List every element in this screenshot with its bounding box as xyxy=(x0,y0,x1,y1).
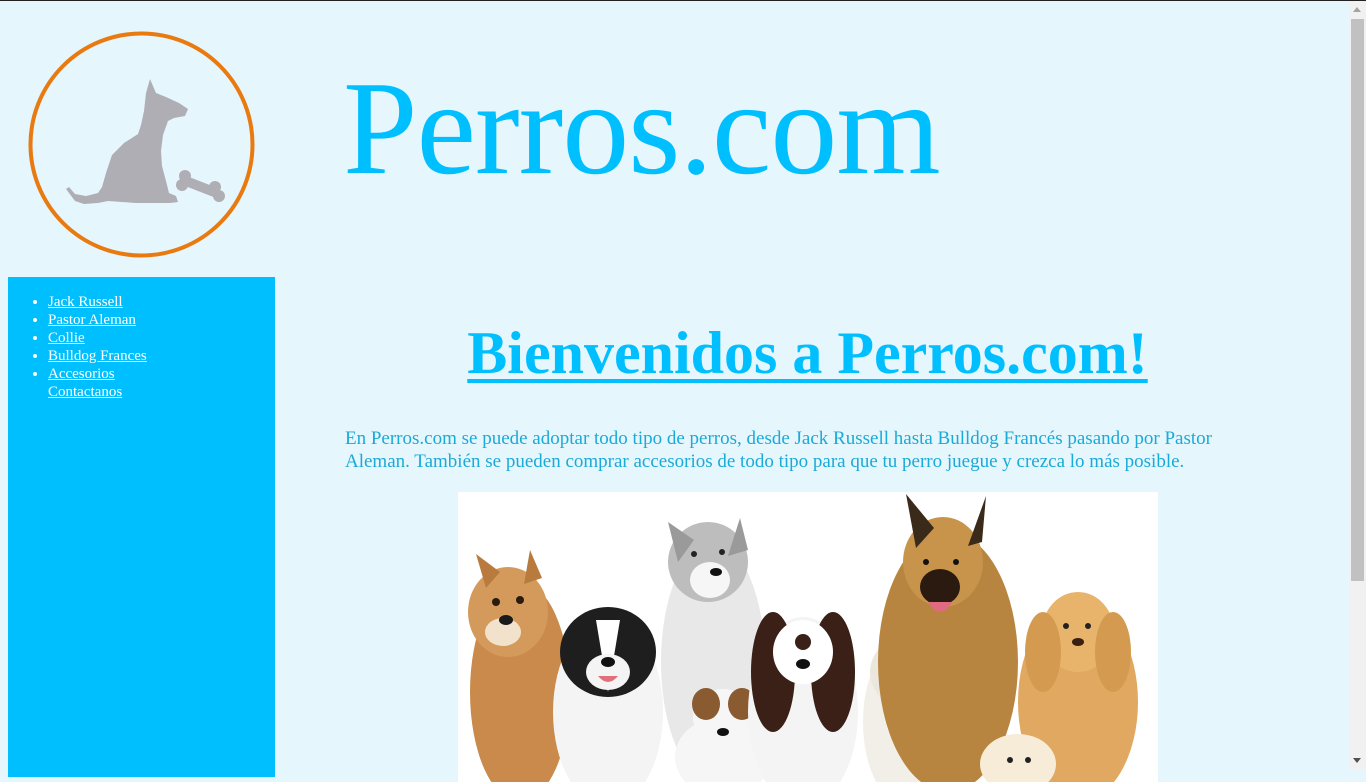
scroll-thumb[interactable] xyxy=(1351,19,1364,581)
nav-link-contactanos[interactable]: Contactanos xyxy=(48,384,122,400)
sidebar-nav: Jack Russell Pastor Aleman Collie Bulldo… xyxy=(8,277,275,777)
dogs-group-photo xyxy=(458,492,1158,782)
nav-item-contactanos: Contactanos xyxy=(48,383,275,401)
site-logo xyxy=(28,31,255,258)
site-title: Perros.com xyxy=(343,54,941,202)
nav-link-bulldog-frances[interactable]: Bulldog Frances xyxy=(48,348,147,364)
dogs-group-illustration xyxy=(458,492,1158,782)
nav-item-pastor-aleman: Pastor Aleman xyxy=(48,311,275,329)
page-scrollbar[interactable] xyxy=(1349,1,1366,769)
welcome-heading: Bienvenidos a Perros.com! xyxy=(467,320,1148,386)
intro-paragraph: En Perros.com se puede adoptar todo tipo… xyxy=(345,428,1212,472)
scroll-down-arrow-icon[interactable] xyxy=(1353,758,1361,763)
nav-link-jack-russell[interactable]: Jack Russell xyxy=(48,294,123,310)
dog-with-bone-icon xyxy=(28,31,255,258)
cavalier-dog xyxy=(748,612,858,782)
nav-item-collie: Collie xyxy=(48,329,275,347)
border-collie-dog xyxy=(553,607,663,782)
nav-link-collie[interactable]: Collie xyxy=(48,330,85,346)
nav-item-bulldog-frances: Bulldog Frances xyxy=(48,347,275,365)
nav-item-jack-russell: Jack Russell xyxy=(48,293,275,311)
nav-link-accesorios[interactable]: Accesorios xyxy=(48,366,115,382)
nav-list: Jack Russell Pastor Aleman Collie Bulldo… xyxy=(8,277,275,401)
nav-link-pastor-aleman[interactable]: Pastor Aleman xyxy=(48,312,136,328)
nav-item-accesorios: Accesorios xyxy=(48,365,275,383)
scroll-up-arrow-icon[interactable] xyxy=(1353,7,1361,12)
